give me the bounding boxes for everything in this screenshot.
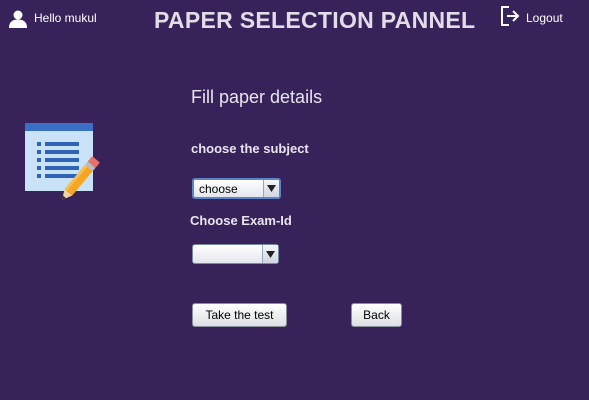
exam-id-label: Choose Exam-Id	[190, 213, 292, 228]
logout-icon	[500, 5, 520, 32]
subject-label: choose the subject	[191, 141, 309, 156]
subject-select[interactable]: choose	[192, 178, 281, 199]
exam-id-select-value	[193, 245, 262, 263]
logout-label: Logout	[526, 11, 563, 25]
take-test-button[interactable]: Take the test	[192, 303, 287, 327]
chevron-down-icon[interactable]	[263, 180, 279, 197]
document-pencil-icon	[22, 121, 108, 203]
user-icon	[8, 9, 28, 29]
page-title: PAPER SELECTION PANNEL	[154, 7, 476, 33]
exam-id-select[interactable]	[192, 244, 279, 264]
subject-select-value: choose	[199, 182, 238, 196]
logout-button[interactable]: Logout	[500, 5, 563, 32]
form-title: Fill paper details	[191, 87, 323, 107]
greeting-text: Hello mukul	[34, 11, 97, 25]
chevron-down-icon[interactable]	[262, 245, 278, 263]
back-button[interactable]: Back	[351, 303, 402, 327]
